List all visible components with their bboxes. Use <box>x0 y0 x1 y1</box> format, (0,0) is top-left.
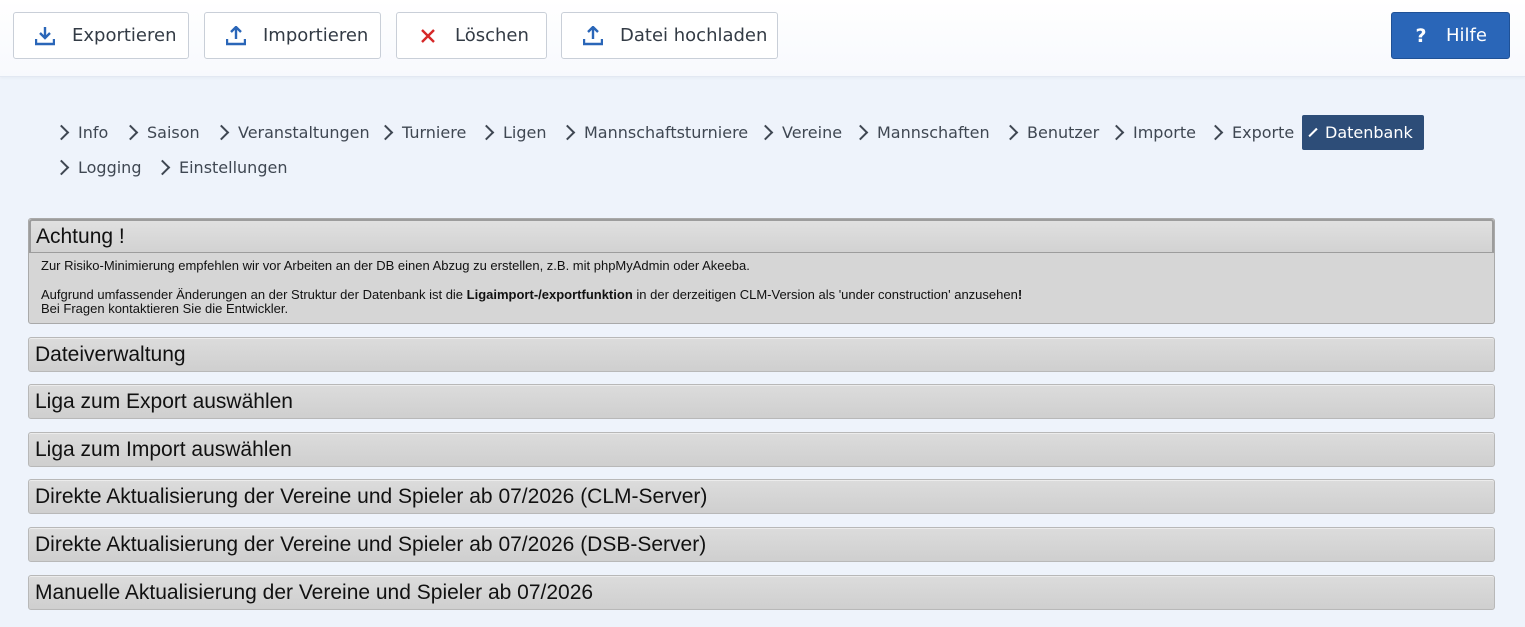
chevron-right-icon <box>122 124 139 141</box>
nav-item-turniere[interactable]: Turniere <box>377 115 466 150</box>
question-icon: ? <box>1415 24 1427 47</box>
section-manual-update[interactable]: Manuelle Aktualisierung der Vereine und … <box>28 575 1495 610</box>
chevron-right-icon <box>478 124 495 141</box>
warning-line-construction: Aufgrund umfassender Änderungen an der S… <box>41 287 1023 302</box>
chevron-right-icon <box>154 159 171 176</box>
delete-button[interactable]: Löschen <box>396 12 547 59</box>
section-dateiverwaltung[interactable]: Dateiverwaltung <box>28 337 1495 372</box>
upload-file-button[interactable]: Datei hochladen <box>561 12 778 59</box>
export-button[interactable]: Exportieren <box>13 12 189 59</box>
nav-item-mannschaftsturniere[interactable]: Mannschaftsturniere <box>559 115 748 150</box>
section-liga-import[interactable]: Liga zum Import auswählen <box>28 432 1495 467</box>
help-button[interactable]: ? Hilfe <box>1391 12 1510 59</box>
close-icon <box>417 25 439 47</box>
import-label: Importieren <box>263 25 369 46</box>
warning-line-contact: Bei Fragen kontaktieren Sie die Entwickl… <box>41 301 289 316</box>
delete-label: Löschen <box>455 25 529 46</box>
chevron-right-icon <box>757 124 774 141</box>
chevron-right-icon <box>1207 124 1224 141</box>
chevron-right-icon <box>53 124 70 141</box>
nav-item-benutzer[interactable]: Benutzer <box>1002 115 1099 150</box>
import-button[interactable]: Importieren <box>204 12 381 59</box>
nav-item-info[interactable]: Info <box>53 115 108 150</box>
upload-icon <box>582 25 604 47</box>
nav-item-logging[interactable]: Logging <box>53 150 141 185</box>
nav-item-vereine[interactable]: Vereine <box>757 115 842 150</box>
nav-item-datenbank[interactable]: Datenbank <box>1302 115 1424 150</box>
chevron-right-icon <box>1108 124 1125 141</box>
chevron-right-icon <box>559 124 576 141</box>
nav-item-exporte[interactable]: Exporte <box>1207 115 1294 150</box>
chevron-right-icon <box>377 124 394 141</box>
download-icon <box>34 25 56 47</box>
nav-item-importe[interactable]: Importe <box>1108 115 1196 150</box>
section-update-dsb-server[interactable]: Direkte Aktualisierung der Vereine und S… <box>28 527 1495 562</box>
nav-item-ligen[interactable]: Ligen <box>478 115 547 150</box>
warning-line-backup: Zur Risiko-Minimierung empfehlen wir vor… <box>41 258 750 273</box>
chevron-right-icon <box>53 159 70 176</box>
section-liga-export[interactable]: Liga zum Export auswählen <box>28 384 1495 419</box>
section-update-clm-server[interactable]: Direkte Aktualisierung der Vereine und S… <box>28 479 1495 514</box>
warning-panel: Achtung ! Zur Risiko-Minimierung empfehl… <box>28 218 1495 324</box>
warning-title: Achtung ! <box>29 219 1494 253</box>
export-label: Exportieren <box>72 25 177 46</box>
warning-body: Zur Risiko-Minimierung empfehlen wir vor… <box>29 253 1494 322</box>
upload-file-label: Datei hochladen <box>620 25 768 46</box>
help-label: Hilfe <box>1446 25 1487 46</box>
upload-icon <box>225 25 247 47</box>
chevron-right-icon <box>213 124 230 141</box>
nav-item-einstellungen[interactable]: Einstellungen <box>154 150 287 185</box>
toolbar: Exportieren Importieren Löschen Datei ho… <box>0 0 1525 77</box>
nav-item-saison[interactable]: Saison <box>122 115 200 150</box>
nav-item-mannschaften[interactable]: Mannschaften <box>852 115 990 150</box>
chevron-right-icon <box>1002 124 1019 141</box>
chevron-right-icon <box>852 124 869 141</box>
nav-item-veranstaltungen[interactable]: Veranstaltungen <box>213 115 370 150</box>
chevron-right-icon <box>1308 127 1318 138</box>
